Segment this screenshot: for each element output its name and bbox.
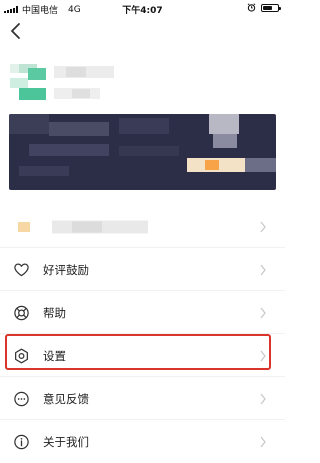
chevron-right-icon	[260, 264, 266, 275]
settings-icon	[15, 348, 28, 363]
status-time: 下午4:07	[122, 6, 163, 16]
list-item-blurred[interactable]	[0, 205, 285, 248]
menu-item-label: 意见反馈	[43, 391, 89, 406]
chevron-right-icon	[260, 350, 266, 361]
status-right	[247, 3, 281, 12]
chevron-right-icon	[260, 436, 266, 447]
heart-icon	[14, 263, 29, 276]
menu-item-help[interactable]: 帮助	[0, 291, 285, 334]
feedback-icon	[14, 391, 29, 406]
menu-item-settings[interactable]: 设置	[0, 334, 285, 377]
menu-item-about[interactable]: 关于我们	[0, 420, 285, 463]
profile-header[interactable]	[0, 52, 285, 114]
chevron-right-icon	[260, 393, 266, 404]
menu-item-rate[interactable]: 好评鼓励	[0, 248, 285, 291]
avatar[interactable]	[10, 64, 46, 100]
back-arrow-icon[interactable]	[9, 21, 23, 41]
blurred-icon	[18, 221, 30, 232]
info-icon	[14, 434, 29, 449]
chevron-right-icon	[260, 307, 266, 318]
menu-item-label: 设置	[43, 348, 66, 363]
chevron-right-icon	[260, 221, 266, 232]
status-bar: 中国电信 4G 下午4:07	[0, 0, 285, 16]
promo-banner[interactable]	[9, 114, 276, 190]
lifebuoy-icon	[14, 305, 29, 320]
menu-list: 好评鼓励 帮助 设置 意见反馈 关于我们	[0, 205, 285, 463]
menu-item-label: 好评鼓励	[43, 262, 89, 277]
menu-item-label: 帮助	[43, 305, 66, 320]
battery-icon	[261, 3, 281, 12]
menu-item-label: 关于我们	[43, 434, 89, 449]
alarm-icon	[247, 3, 256, 12]
menu-item-feedback[interactable]: 意见反馈	[0, 377, 285, 420]
